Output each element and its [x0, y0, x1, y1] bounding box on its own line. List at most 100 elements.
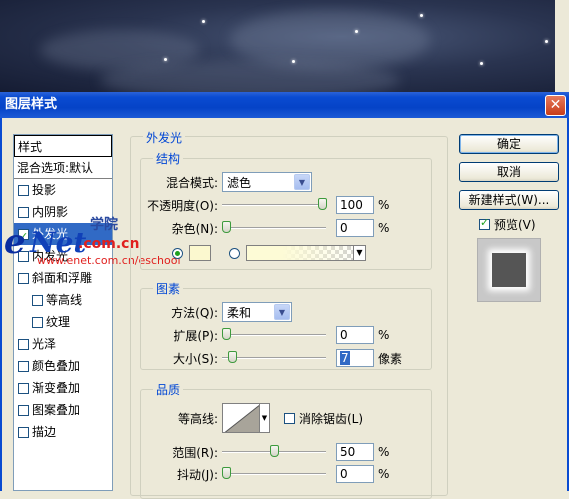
jitter-slider-thumb[interactable] [222, 467, 231, 479]
size-value: 7 [340, 351, 350, 365]
style-item-checkbox[interactable] [18, 404, 29, 416]
noise-unit: % [378, 221, 390, 235]
style-item-checkbox[interactable] [18, 426, 29, 438]
new-style-button[interactable]: 新建样式(W)... [459, 190, 559, 210]
style-item-label: 颜色叠加 [32, 359, 81, 373]
style-item[interactable]: 等高线 [14, 289, 112, 311]
range-slider-thumb[interactable] [270, 445, 279, 457]
jitter-input[interactable]: 0 [336, 465, 374, 483]
dialog-titlebar: 图层样式 ✕ [0, 92, 569, 118]
gradient-radio[interactable] [229, 247, 240, 259]
contour-curve-icon [224, 404, 259, 432]
size-label: 大小(S): [172, 351, 218, 366]
styles-list: 样式 混合选项:默认 投影内阴影外发光内发光斜面和浮雕等高线纹理光泽颜色叠加渐变… [13, 134, 113, 491]
style-item-label: 图案叠加 [32, 403, 81, 417]
jitter-unit: % [378, 467, 390, 481]
range-label: 范围(R): [172, 445, 218, 460]
style-item[interactable]: 内发光 [14, 245, 112, 267]
spread-slider[interactable] [222, 328, 326, 342]
style-item[interactable]: 图案叠加 [14, 399, 112, 421]
opacity-input[interactable]: 100 [336, 196, 374, 214]
noise-label: 杂色(N): [171, 221, 218, 236]
close-icon[interactable]: ✕ [545, 95, 566, 116]
style-item[interactable]: 内阴影 [14, 201, 112, 223]
size-unit: 像素 [378, 351, 403, 366]
gradient-picker[interactable]: ▼ [246, 245, 366, 261]
quality-title: 品质 [153, 381, 184, 398]
size-input[interactable]: 7 [336, 349, 374, 367]
cancel-button[interactable]: 取消 [459, 162, 559, 182]
style-item[interactable]: 投影 [14, 179, 112, 201]
style-item-checkbox[interactable] [18, 382, 29, 394]
style-preview-thumbnail [477, 238, 541, 302]
contour-picker[interactable] [222, 403, 260, 433]
contour-label: 等高线: [177, 411, 218, 426]
style-item-checkbox[interactable] [18, 338, 29, 350]
jitter-slider[interactable] [222, 467, 326, 481]
preview-checkbox[interactable] [479, 216, 490, 230]
technique-value: 柔和 [227, 305, 252, 320]
blend-mode-value: 滤色 [227, 175, 252, 190]
style-item-label: 渐变叠加 [32, 381, 81, 395]
style-item[interactable]: 纹理 [14, 311, 112, 333]
opacity-slider[interactable] [222, 198, 327, 212]
noise-input[interactable]: 0 [336, 219, 374, 237]
style-item-checkbox[interactable] [32, 316, 43, 328]
style-item[interactable]: 光泽 [14, 333, 112, 355]
style-item[interactable]: 斜面和浮雕 [14, 267, 112, 289]
technique-select[interactable]: 柔和 ▼ [222, 302, 292, 322]
opacity-slider-thumb[interactable] [318, 198, 327, 210]
chevron-down-icon: ▼ [294, 174, 310, 190]
color-radio[interactable] [172, 247, 183, 259]
range-unit: % [378, 445, 390, 459]
style-item-checkbox[interactable] [18, 272, 29, 284]
style-item-label: 光泽 [32, 337, 57, 351]
style-item-label: 等高线 [46, 293, 83, 307]
dialog-title: 图层样式 [5, 97, 58, 112]
chevron-down-icon: ▼ [353, 246, 365, 260]
chevron-down-icon: ▼ [274, 304, 290, 320]
blend-mode-select[interactable]: 滤色 ▼ [222, 172, 312, 192]
styles-header[interactable]: 样式 [14, 135, 112, 157]
antialias-checkbox[interactable] [284, 412, 295, 424]
style-item-label: 内阴影 [32, 205, 69, 219]
style-item[interactable]: 渐变叠加 [14, 377, 112, 399]
style-item[interactable]: 颜色叠加 [14, 355, 112, 377]
elements-title: 图素 [153, 280, 184, 297]
noise-slider-thumb[interactable] [222, 221, 231, 233]
style-item-label: 投影 [32, 183, 57, 197]
range-input[interactable]: 50 [336, 443, 374, 461]
style-item-label: 描边 [32, 425, 57, 439]
glow-color-swatch[interactable] [189, 245, 211, 261]
style-item-checkbox[interactable] [18, 226, 29, 248]
style-item-checkbox[interactable] [18, 250, 29, 262]
style-item-checkbox[interactable] [18, 184, 29, 196]
noise-slider[interactable] [222, 221, 326, 235]
preview-label: 预览(V) [494, 218, 536, 232]
style-item-label: 斜面和浮雕 [32, 271, 93, 285]
opacity-label: 不透明度(O): [147, 198, 218, 213]
blend-options-item[interactable]: 混合选项:默认 [14, 157, 112, 179]
ok-button[interactable]: 确定 [459, 134, 559, 154]
style-item[interactable]: 外发光 [14, 223, 112, 248]
jitter-label: 抖动(J): [177, 467, 218, 482]
spread-input[interactable]: 0 [336, 326, 374, 344]
document-canvas [0, 0, 569, 92]
outer-glow-title: 外发光 [143, 129, 186, 146]
layer-style-dialog: 样式 混合选项:默认 投影内阴影外发光内发光斜面和浮雕等高线纹理光泽颜色叠加渐变… [0, 118, 569, 499]
style-item-label: 纹理 [46, 315, 71, 329]
style-item-label: 内发光 [32, 249, 69, 263]
range-slider[interactable] [222, 445, 326, 459]
size-slider-thumb[interactable] [228, 351, 237, 363]
chevron-down-icon[interactable]: ▼ [260, 403, 270, 433]
style-item-checkbox[interactable] [32, 294, 43, 306]
style-item-checkbox[interactable] [18, 360, 29, 372]
spread-slider-thumb[interactable] [222, 328, 231, 340]
opacity-unit: % [378, 198, 390, 212]
style-item[interactable]: 描边 [14, 421, 112, 443]
size-slider[interactable] [222, 351, 326, 365]
spread-label: 扩展(P): [173, 328, 218, 343]
style-item-checkbox[interactable] [18, 206, 29, 218]
structure-title: 结构 [153, 150, 184, 167]
style-item-label: 外发光 [32, 227, 69, 241]
